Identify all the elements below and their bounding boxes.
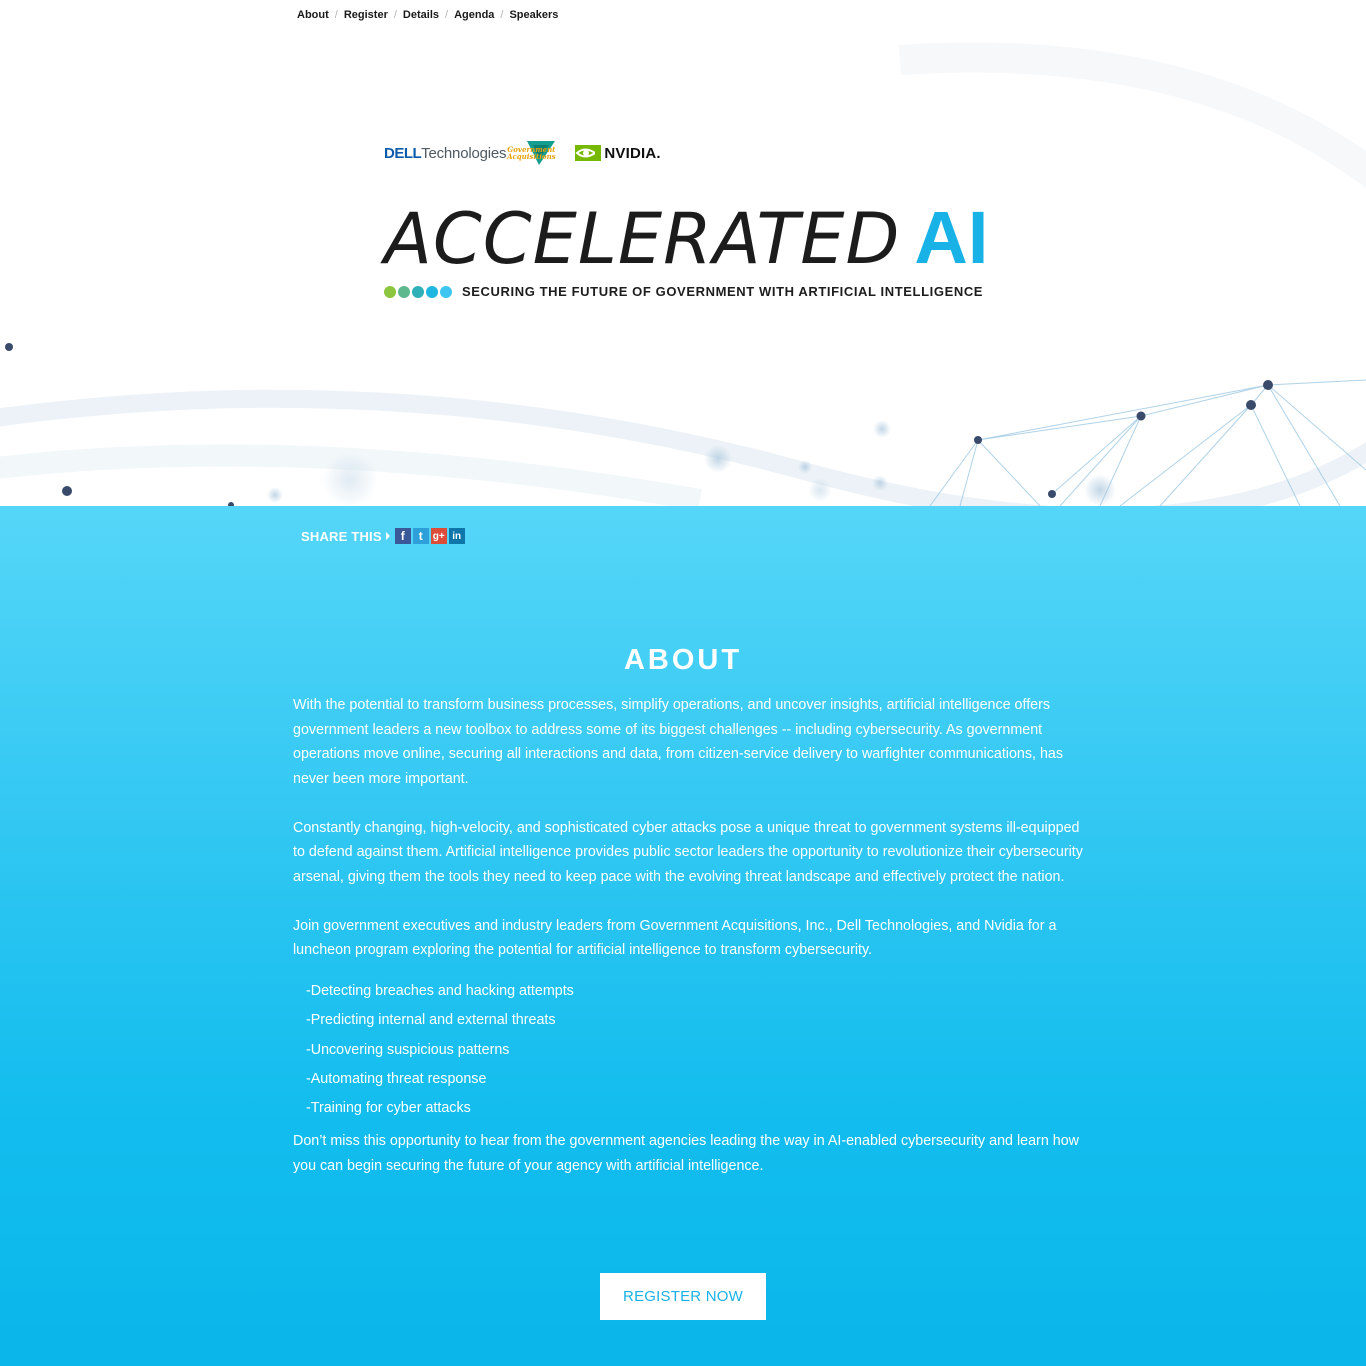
topics-list: -Detecting breaches and hacking attempts… bbox=[306, 977, 1083, 1123]
google-plus-icon[interactable]: g+ bbox=[430, 528, 447, 544]
sponsor-logos: DELLTechnologies Government Acquisitions… bbox=[384, 141, 661, 165]
share-arrow-icon bbox=[385, 532, 390, 540]
linkedin-icon[interactable]: in bbox=[448, 528, 465, 544]
about-paragraph: Constantly changing, high-velocity, and … bbox=[293, 819, 1083, 885]
tagline-dots bbox=[384, 285, 454, 298]
dell-technologies-logo: DELLTechnologies bbox=[384, 144, 507, 162]
tagline-dot bbox=[398, 285, 410, 298]
list-item: -Automating threat response bbox=[306, 1070, 487, 1087]
about-heading: ABOUT bbox=[623, 644, 743, 676]
list-item: -Uncovering suspicious patterns bbox=[306, 1041, 510, 1058]
share-bar: SHARE THIS f t g+ in bbox=[301, 528, 465, 544]
twitter-icon[interactable]: t bbox=[412, 528, 429, 544]
facebook-icon[interactable]: f bbox=[394, 528, 411, 544]
nav-link-register[interactable]: Register bbox=[344, 9, 388, 21]
list-item: -Predicting internal and external threat… bbox=[306, 1012, 556, 1029]
about-paragraph: Join government executives and industry … bbox=[293, 917, 1057, 959]
tagline-dot bbox=[426, 285, 438, 298]
top-navigation: About / Register / Details / Agenda / Sp… bbox=[297, 9, 559, 21]
about-content: With the potential to transform business… bbox=[293, 693, 1083, 1203]
about-closing: Don’t miss this opportunity to hear from… bbox=[293, 1133, 1079, 1174]
event-tagline: SECURING THE FUTURE OF GOVERNMENT WITH A… bbox=[384, 284, 983, 299]
about-section: SHARE THIS f t g+ in ABOUT With the pote… bbox=[0, 506, 1366, 1366]
nav-link-about[interactable]: About bbox=[297, 9, 329, 21]
nav-link-agenda[interactable]: Agenda bbox=[454, 9, 494, 21]
nav-link-details[interactable]: Details bbox=[403, 9, 439, 21]
nvidia-eye-icon bbox=[575, 145, 602, 161]
hero-banner: DELLTechnologies Government Acquisitions… bbox=[0, 0, 1366, 506]
list-item: -Training for cyber attacks bbox=[306, 1100, 471, 1117]
tagline-dot bbox=[412, 285, 424, 298]
tagline-dot bbox=[440, 285, 452, 298]
list-item: -Detecting breaches and hacking attempts bbox=[306, 983, 574, 999]
nav-link-speakers[interactable]: Speakers bbox=[509, 9, 558, 21]
register-now-button[interactable]: REGISTER NOW bbox=[600, 1273, 766, 1320]
about-paragraph: With the potential to transform business… bbox=[293, 697, 1064, 787]
tagline-dot bbox=[384, 285, 396, 298]
nvidia-logo: NVIDIA. bbox=[575, 145, 661, 162]
government-acquisitions-logo: Government Acquisitions bbox=[507, 141, 557, 165]
share-label: SHARE THIS bbox=[301, 528, 382, 544]
